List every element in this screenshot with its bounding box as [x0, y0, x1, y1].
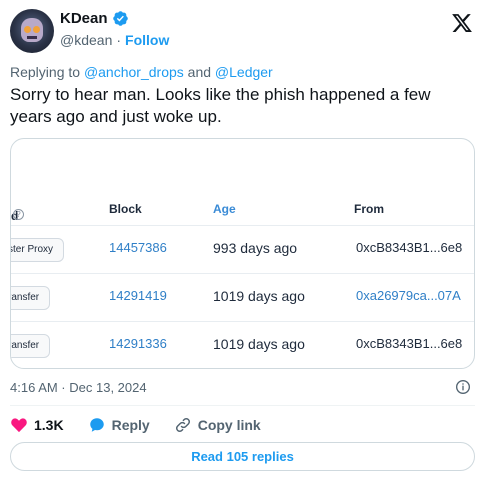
help-icon: ?: [13, 209, 24, 220]
like-count: 1.3K: [34, 417, 64, 433]
table-row: ster Proxy 14457386 993 days ago 0xcB834…: [11, 225, 474, 273]
replying-conjunction: and: [187, 64, 212, 80]
age-cell: 993 days ago: [213, 240, 298, 256]
method-badge: ransfer: [11, 286, 51, 310]
table-row: ransfer 14291419 1019 days ago 0xa26979c…: [11, 273, 474, 321]
header-from: From: [354, 202, 384, 216]
avatar[interactable]: [10, 9, 54, 53]
author-display-name[interactable]: KDean: [60, 10, 108, 27]
link-icon: [175, 417, 190, 433]
action-bar: 1.3K Reply Copy link: [10, 415, 285, 435]
verified-badge-icon: [112, 11, 128, 26]
read-replies-button[interactable]: Read 105 replies: [10, 442, 475, 471]
age-cell: 1019 days ago: [213, 288, 305, 304]
mention-anchor-drops[interactable]: @anchor_drops: [84, 64, 184, 80]
reply-label: Reply: [111, 417, 150, 433]
from-address: 0xcB8343B1...6e8: [356, 240, 463, 255]
like-button[interactable]: 1.3K: [10, 416, 64, 434]
author-handle-row: @kdean · Follow: [60, 32, 169, 48]
author-name-row: KDean: [60, 10, 129, 27]
block-number: 14291336: [109, 336, 167, 351]
table-header: d? Block Age From: [11, 202, 384, 223]
info-icon[interactable]: [455, 379, 471, 395]
author-handle[interactable]: @kdean: [60, 32, 112, 48]
reply-icon: [89, 418, 104, 432]
header-age: Age: [213, 202, 236, 216]
copy-link-label: Copy link: [197, 417, 261, 433]
mention-ledger[interactable]: @Ledger: [215, 64, 273, 80]
from-address: 0xa26979ca...07A: [356, 288, 461, 303]
block-number: 14291419: [109, 288, 167, 303]
attached-screenshot[interactable]: d? Block Age From ster Proxy 14457386 99…: [10, 138, 475, 369]
x-logo-icon[interactable]: [451, 12, 473, 34]
table-row: ransfer 14291336 1019 days ago 0xcB8343B…: [11, 321, 474, 368]
replying-to-line: Replying to @anchor_drops and @Ledger: [10, 64, 273, 80]
tweet-timestamp[interactable]: 4:16 AM · Dec 13, 2024: [10, 380, 147, 395]
age-cell: 1019 days ago: [213, 336, 305, 352]
follow-button[interactable]: Follow: [125, 32, 169, 48]
heart-icon: [11, 418, 27, 433]
header-block: Block: [109, 202, 142, 216]
copy-link-button[interactable]: Copy link: [174, 416, 261, 434]
divider: [10, 405, 475, 406]
tweet-header: KDean @kdean · Follow: [10, 9, 475, 53]
separator-dot: ·: [116, 32, 122, 48]
tweet-text: Sorry to hear man. Looks like the phish …: [10, 85, 431, 126]
block-number: 14457386: [109, 240, 167, 255]
reply-button[interactable]: Reply: [88, 416, 150, 434]
replying-prefix: Replying to: [10, 64, 81, 80]
from-address: 0xcB8343B1...6e8: [356, 336, 463, 351]
method-badge: ster Proxy: [11, 238, 65, 262]
method-badge: ransfer: [11, 334, 51, 358]
